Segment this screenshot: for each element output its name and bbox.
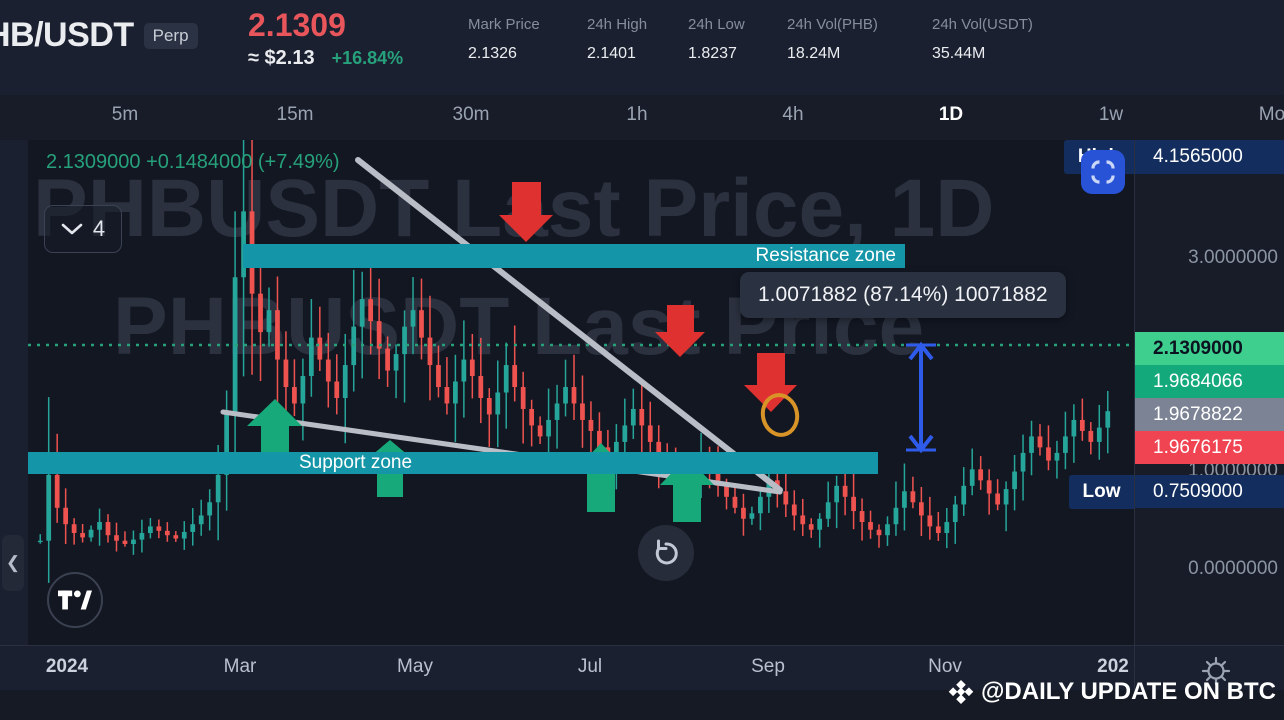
down-arrow-marker-1 bbox=[499, 182, 553, 242]
chevron-left-icon[interactable]: ❮ bbox=[2, 535, 24, 591]
candlestick-series bbox=[28, 140, 1134, 583]
support-zone: Support zone bbox=[28, 452, 878, 474]
contract-type-badge: Perp bbox=[143, 22, 198, 49]
current-price-tag: 2.1309000 bbox=[1135, 332, 1284, 365]
down-arrow-marker-2 bbox=[655, 305, 705, 357]
resistance-zone-label: Resistance zone bbox=[755, 245, 896, 266]
stat-24h-low: 24h Low 1.8237 bbox=[688, 16, 745, 63]
price-scale-axis[interactable]: 3.0000000 1.0000000 0.0000000 4.1565000 … bbox=[1134, 140, 1284, 645]
price-gridline-label: 0.0000000 bbox=[1188, 558, 1278, 579]
binance-logo-icon bbox=[948, 679, 974, 705]
timeframe-1d[interactable]: 1D bbox=[933, 101, 969, 129]
stat-label: 24h Low bbox=[688, 16, 745, 33]
channel-watermark: @DAILY UPDATE ON BTC bbox=[948, 678, 1276, 706]
time-label: Nov bbox=[928, 656, 962, 677]
measure-tooltip: 1.0071882 (87.14%) 10071882 bbox=[740, 272, 1066, 318]
price-gridline-label: 3.0000000 bbox=[1188, 247, 1278, 268]
stat-mark-price: Mark Price 2.1326 bbox=[468, 16, 540, 63]
high-price-tag: 4.1565000 bbox=[1135, 140, 1284, 174]
stat-value: 1.8237 bbox=[688, 45, 737, 62]
chevron-down-icon bbox=[61, 223, 83, 235]
support-zone-label: Support zone bbox=[299, 452, 413, 473]
price-block: 2.1309 ≈ $2.13 +16.84% bbox=[248, 6, 403, 70]
resistance-zone: Resistance zone bbox=[243, 244, 905, 268]
symbol-block[interactable]: HB/USDT Perp bbox=[0, 16, 198, 55]
precision-value: 4 bbox=[92, 216, 106, 241]
stat-value: 35.44M bbox=[932, 45, 986, 62]
price-chart-canvas[interactable]: PHBUSDT Last Price, 1D PHBUSDT Last Pric… bbox=[28, 140, 1134, 645]
stat-value: 18.24M bbox=[787, 45, 841, 62]
fullscreen-glyph-icon bbox=[1090, 159, 1116, 185]
time-label: Jul bbox=[577, 656, 603, 677]
fullscreen-icon[interactable] bbox=[1081, 150, 1125, 194]
decimal-precision-selector[interactable]: 4 bbox=[44, 205, 122, 253]
stat-value: 2.1401 bbox=[587, 45, 636, 62]
timeframe-5m[interactable]: 5m bbox=[106, 101, 144, 129]
bid-price-tag: 1.9684066 bbox=[1135, 365, 1284, 398]
timeframe-month[interactable]: Mo bbox=[1253, 101, 1284, 129]
tradingview-glyph-icon bbox=[58, 590, 92, 610]
timeframe-30m[interactable]: 30m bbox=[447, 101, 496, 129]
stat-label: Mark Price bbox=[468, 16, 540, 33]
timeframe-1w[interactable]: 1w bbox=[1093, 101, 1129, 129]
stat-24h-high: 24h High 2.1401 bbox=[587, 16, 647, 63]
time-label: May bbox=[397, 656, 433, 677]
time-label: 202 bbox=[1097, 656, 1129, 677]
watermark-text: @DAILY UPDATE ON BTC bbox=[981, 678, 1276, 705]
time-label: Sep bbox=[751, 656, 785, 677]
time-label: Mar bbox=[223, 656, 257, 677]
timeframe-15m[interactable]: 15m bbox=[271, 101, 320, 129]
market-header: HB/USDT Perp 2.1309 ≈ $2.13 +16.84% Mark… bbox=[0, 0, 1284, 95]
timeframe-bar: 5m 15m 30m 1h 4h 1D 1w Mo bbox=[0, 95, 1284, 140]
measure-arrow bbox=[906, 341, 936, 454]
reset-icon bbox=[655, 539, 678, 565]
tradingview-logo-icon[interactable] bbox=[47, 572, 103, 628]
chart-legend: 2.1309000 +0.1484000 (+7.49%) bbox=[46, 151, 340, 173]
low-price-tag: 0.7509000 bbox=[1135, 475, 1284, 508]
last-price: 2.1309 bbox=[248, 7, 346, 43]
low-label-badge: Low bbox=[1069, 475, 1134, 509]
stat-label: 24h High bbox=[587, 16, 648, 33]
mark-price-tag: 1.9678822 bbox=[1135, 398, 1284, 431]
time-label: 2024 bbox=[45, 656, 89, 677]
stat-24h-vol-quote: 24h Vol(USDT) 35.44M bbox=[932, 16, 1033, 63]
stat-label: 24h Vol(PHB) bbox=[787, 16, 878, 33]
ask-price-tag: 1.9676175 bbox=[1135, 431, 1284, 464]
stat-24h-vol-base: 24h Vol(PHB) 18.24M bbox=[787, 16, 878, 63]
reset-chart-button[interactable] bbox=[638, 525, 694, 581]
footer-bar: @DAILY UPDATE ON BTC bbox=[0, 678, 1284, 720]
timeframe-4h[interactable]: 4h bbox=[776, 101, 809, 129]
trading-chart-screen: HB/USDT Perp 2.1309 ≈ $2.13 +16.84% Mark… bbox=[0, 0, 1284, 720]
usd-equivalent-price: ≈ $2.13 bbox=[248, 47, 315, 69]
down-arrow-marker-3 bbox=[744, 353, 797, 412]
stat-label: 24h Vol(USDT) bbox=[932, 16, 1033, 33]
symbol-name: HB/USDT bbox=[0, 16, 134, 54]
timeframe-1h[interactable]: 1h bbox=[620, 101, 653, 129]
price-change-percent: +16.84% bbox=[331, 48, 404, 68]
left-toolbar-rail: ❮ bbox=[0, 140, 28, 645]
stat-value: 2.1326 bbox=[468, 45, 517, 62]
